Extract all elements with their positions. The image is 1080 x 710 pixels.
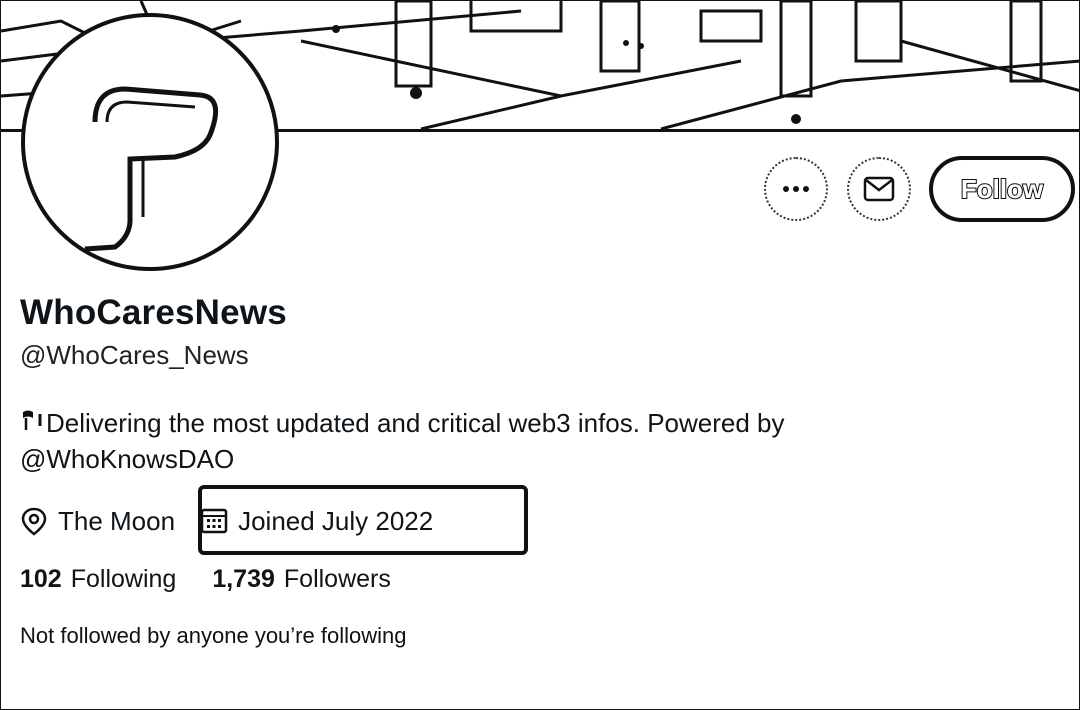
display-name: WhoCaresNews: [20, 293, 287, 332]
location-pin-icon: [21, 507, 47, 536]
joined-highlight-box: [198, 485, 528, 555]
follow-counts: 102 Following 1,739 Followers: [20, 565, 427, 594]
social-context-text: Not followed by anyone you’re following: [20, 623, 407, 648]
avatar-logo-icon: [84, 86, 219, 252]
following-link[interactable]: 102 Following: [20, 565, 176, 594]
more-options-button[interactable]: [764, 157, 828, 221]
following-count: 102: [20, 565, 62, 593]
following-label: Following: [70, 565, 177, 593]
follow-button[interactable]: Follow: [929, 156, 1075, 222]
profile-avatar[interactable]: [21, 13, 279, 271]
message-button[interactable]: [847, 157, 911, 221]
followers-count: 1,739: [212, 565, 275, 593]
more-horizontal-icon: [783, 186, 809, 192]
location-text: The Moon: [58, 505, 176, 536]
user-handle: @WhoCares_News: [20, 340, 249, 370]
flag-icon: [20, 405, 46, 441]
location-item: The Moon: [20, 506, 175, 537]
bio-mention-link[interactable]: @WhoKnowsDAO: [20, 444, 234, 474]
bio-text-line1: Delivering the most updated and critical…: [46, 408, 785, 438]
profile-bio: Delivering the most updated and critical…: [20, 405, 920, 477]
followers-label: Followers: [283, 565, 391, 593]
profile-page: Follow WhoCaresNews @WhoCares_News Deliv…: [0, 0, 1080, 710]
followers-link[interactable]: 1,739 Followers: [212, 565, 391, 594]
envelope-icon: [863, 176, 895, 202]
